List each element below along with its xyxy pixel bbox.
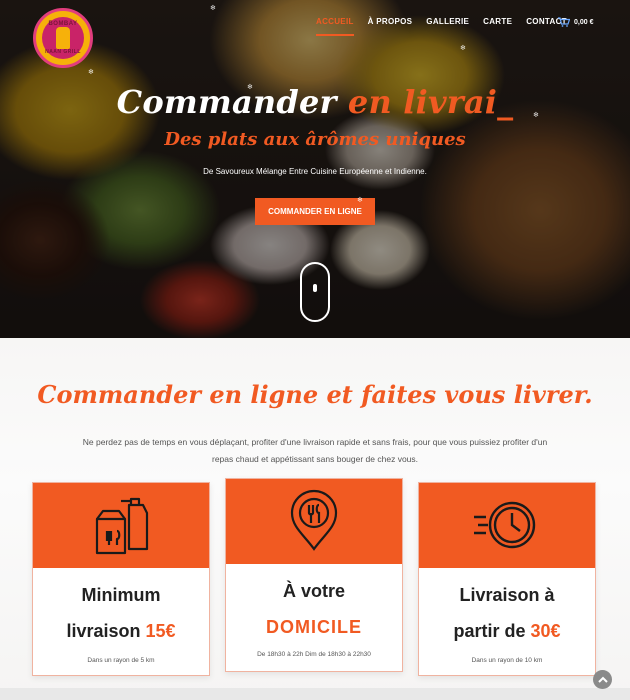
- hero-title-accent: en livrai_: [347, 83, 514, 121]
- scroll-dot: [313, 284, 317, 292]
- card-line1: Livraison à: [459, 585, 555, 605]
- snowflake-icon: ❄: [88, 69, 94, 76]
- logo-top-text: BOMBAY: [48, 21, 78, 27]
- hero-banner: BOMBAY NAAN GRILL ACCUEIL À PROPOS GALLE…: [0, 0, 630, 338]
- card-header: [226, 479, 402, 564]
- location-pin-cutlery-icon: [286, 489, 342, 558]
- card-header: [33, 483, 209, 568]
- snowflake-icon: ❄: [210, 5, 216, 12]
- hero-title-main: Commander: [116, 83, 348, 121]
- card-note: De 18h30 à 22h Dim de 18h30 à 22h30: [257, 651, 371, 658]
- section-title: Commander en ligne et faites vous livrer…: [37, 380, 593, 409]
- kebab-icon: [56, 27, 70, 49]
- section-description: Ne perdez pas de temps en vous déplaçant…: [82, 437, 548, 464]
- delivery-section: Commander en ligne et faites vous livrer…: [0, 338, 630, 700]
- card-domicile-highlight: DOMICILE: [266, 617, 362, 637]
- nav-a-propos[interactable]: À PROPOS: [361, 17, 420, 26]
- card-line1: Minimum: [81, 585, 161, 605]
- bombay-naan-grill-logo[interactable]: BOMBAY NAAN GRILL: [33, 8, 93, 68]
- card-line2: livraison 15€: [33, 621, 209, 642]
- card-line1: À votre: [282, 581, 345, 601]
- back-to-top-button[interactable]: [593, 670, 612, 689]
- card-header: [419, 483, 595, 568]
- card-delivery-from: Livraison à partir de 30€ Dans un rayon …: [418, 482, 596, 676]
- logo-bottom-text: NAAN GRILL: [45, 49, 81, 55]
- nav-gallerie[interactable]: GALLERIE: [419, 17, 476, 26]
- snowflake-icon: ❄: [357, 197, 363, 204]
- snowflake-icon: ❄: [247, 84, 253, 91]
- scroll-down-indicator[interactable]: [300, 262, 330, 322]
- card-home-delivery: À votre DOMICILE De 18h30 à 22h Dim de 1…: [225, 478, 403, 672]
- card-line2-text: livraison: [66, 621, 146, 641]
- shopping-cart-icon: [558, 17, 570, 27]
- snowflake-icon: ❄: [533, 112, 539, 119]
- cart-price: 0,00 €: [574, 18, 594, 26]
- card-price-highlight: 30€: [530, 621, 561, 641]
- hero-description: De Savoureux Mélange Entre Cuisine Europ…: [203, 167, 427, 176]
- nav-carte[interactable]: CARTE: [476, 17, 519, 26]
- cart-button[interactable]: 0,00 €: [558, 17, 593, 27]
- card-minimum-delivery: Minimum livraison 15€ Dans un rayon de 5…: [32, 482, 210, 676]
- card-line2-text: partir de: [453, 621, 531, 641]
- chevron-up-icon: [597, 676, 608, 683]
- footer-strip: [0, 688, 630, 700]
- main-nav: ACCUEIL À PROPOS GALLERIE CARTE CONTACT: [316, 17, 574, 36]
- nav-accueil[interactable]: ACCUEIL: [316, 17, 361, 36]
- card-note: Dans un rayon de 5 km: [87, 657, 155, 664]
- hero-subtitle: Des plats aux ârômes uniques: [164, 129, 466, 150]
- card-line2: partir de 30€: [419, 621, 595, 642]
- card-price-highlight: 15€: [145, 621, 176, 641]
- fast-clock-icon: [472, 493, 542, 562]
- card-note: Dans un rayon de 10 km: [471, 657, 543, 664]
- snowflake-icon: ❄: [460, 45, 466, 52]
- delivery-bag-icon: [91, 493, 151, 562]
